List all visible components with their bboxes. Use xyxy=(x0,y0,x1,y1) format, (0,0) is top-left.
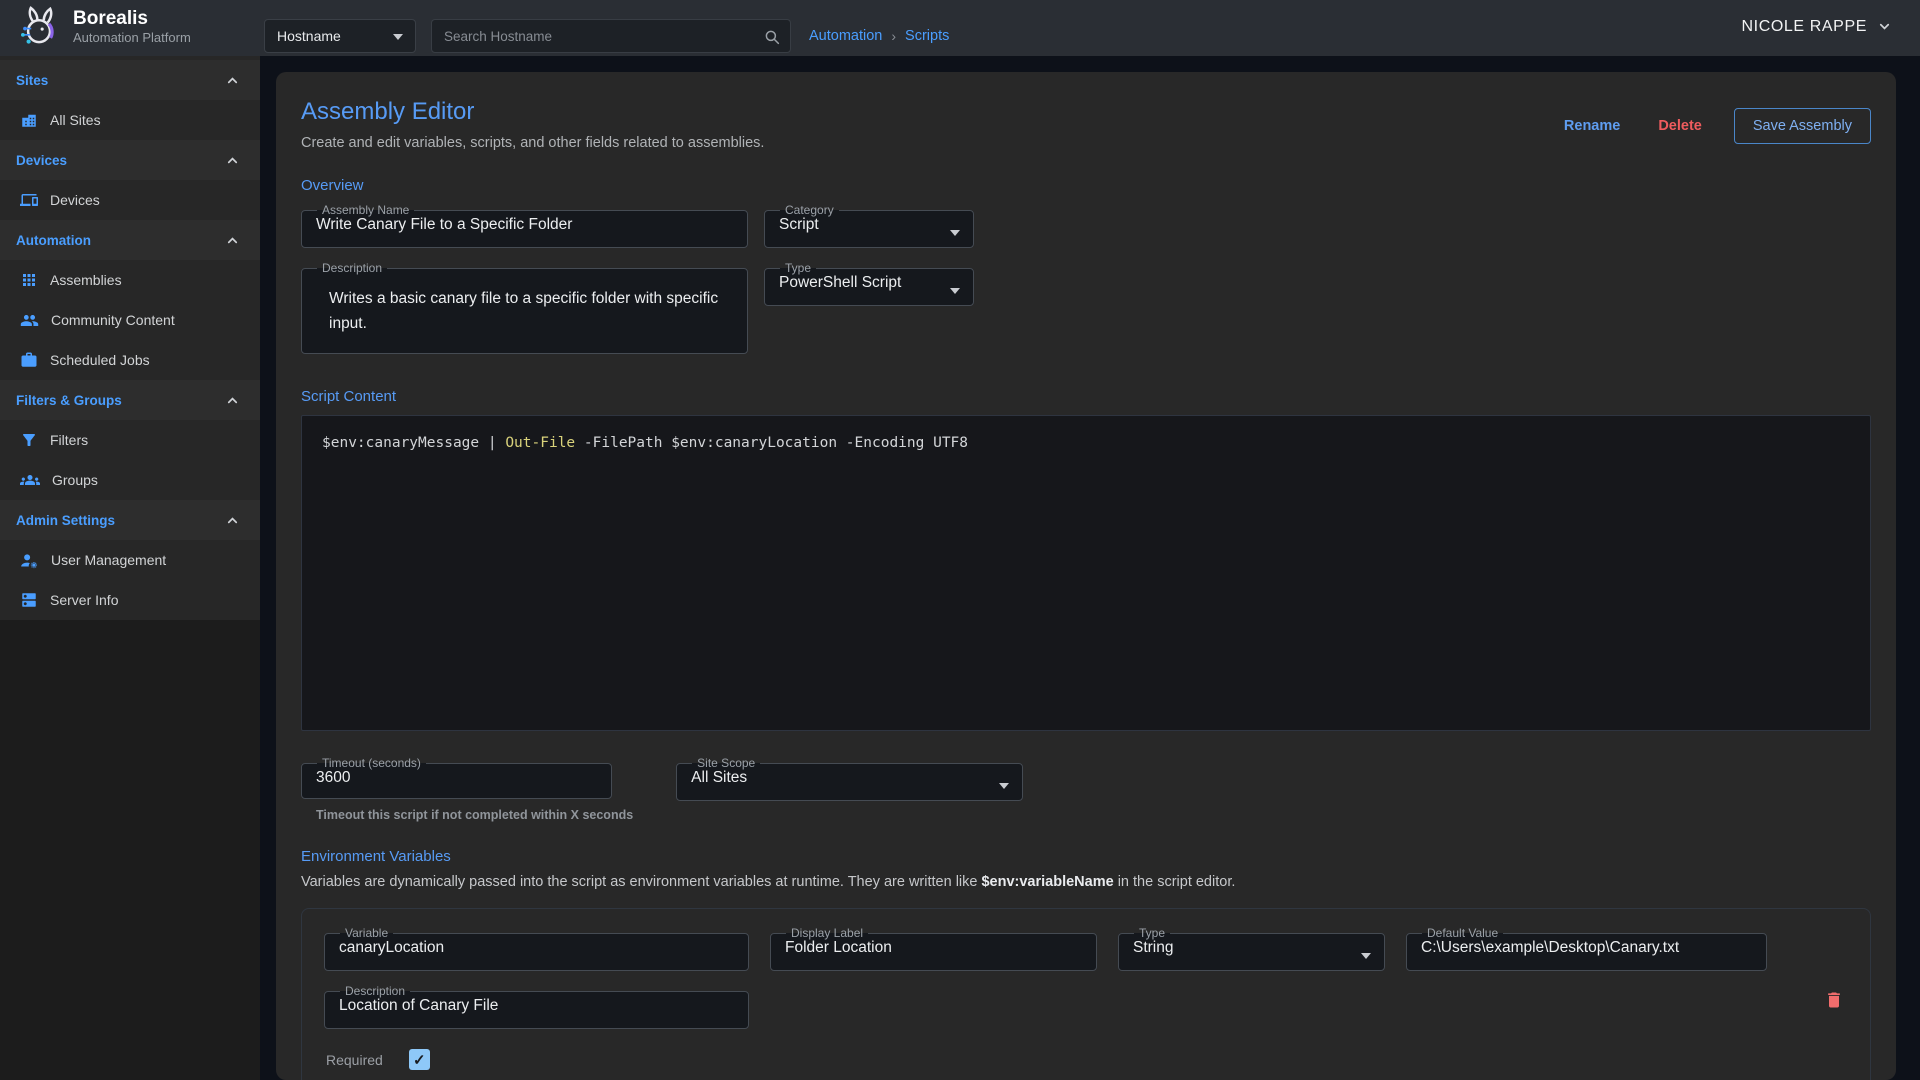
briefcase-icon xyxy=(20,351,38,369)
breadcrumb-scripts[interactable]: Scripts xyxy=(905,28,949,44)
sidebar-section-automation[interactable]: Automation xyxy=(0,220,260,260)
required-label: Required xyxy=(326,1052,383,1068)
rename-button[interactable]: Rename xyxy=(1550,110,1634,142)
site-scope-value: All Sites xyxy=(689,769,1010,787)
chevron-down-icon xyxy=(393,34,403,40)
category-value: Script xyxy=(777,216,961,234)
sidebar-item-server-info[interactable]: Server Info xyxy=(0,580,260,620)
default-value-field[interactable]: Default Value C:\Users\example\Desktop\C… xyxy=(1406,927,1767,971)
type-value: PowerShell Script xyxy=(777,274,961,292)
sidebar-item-community-content[interactable]: Community Content xyxy=(0,300,260,340)
variable-description-field[interactable]: Description Location of Canary File xyxy=(324,985,749,1029)
breadcrumb: Automation › Scripts xyxy=(809,19,949,53)
sidebar-item-devices[interactable]: Devices xyxy=(0,180,260,220)
topbar: Borealis Automation Platform Hostname Se… xyxy=(0,0,1920,56)
delete-variable-button[interactable] xyxy=(1822,987,1846,1016)
variable-type-select[interactable]: Type String xyxy=(1118,927,1385,971)
assembly-name-field[interactable]: Assembly Name Write Canary File to a Spe… xyxy=(301,204,748,248)
sidebar-item-filters[interactable]: Filters xyxy=(0,420,260,460)
search-input[interactable]: Search Hostname xyxy=(431,19,791,53)
chevron-up-icon xyxy=(225,153,240,168)
script-code-line[interactable]: $env:canaryMessage | Out-File -FilePath … xyxy=(322,435,1854,451)
sidebar-section-admin-settings[interactable]: Admin Settings xyxy=(0,500,260,540)
sidebar-empty-area xyxy=(0,620,260,1080)
overview-heading: Overview xyxy=(301,177,1871,194)
category-select[interactable]: Category Script xyxy=(764,204,974,248)
page-subtitle: Create and edit variables, scripts, and … xyxy=(301,135,764,151)
chevron-up-icon xyxy=(225,73,240,88)
hostname-filter-select[interactable]: Hostname xyxy=(264,19,416,53)
sidebar-item-groups[interactable]: Groups xyxy=(0,460,260,500)
description-field[interactable]: Description Writes a basic canary file t… xyxy=(301,262,748,354)
assembly-name-value[interactable]: Write Canary File to a Specific Folder xyxy=(314,216,735,234)
timeout-field[interactable]: Timeout (seconds) 3600 xyxy=(301,757,612,799)
brand-subtitle: Automation Platform xyxy=(73,30,191,45)
sidebar-section-devices[interactable]: Devices xyxy=(0,140,260,180)
chevron-down-icon xyxy=(950,230,960,236)
chevron-down-icon xyxy=(1877,19,1892,34)
description-value[interactable]: Writes a basic canary file to a specific… xyxy=(314,274,735,337)
filter-icon xyxy=(20,431,38,449)
user-gear-icon xyxy=(20,551,39,570)
site-scope-select[interactable]: Site Scope All Sites xyxy=(676,757,1023,801)
chevron-down-icon xyxy=(999,783,1009,789)
user-name: NICOLE RAPPE xyxy=(1742,18,1867,36)
brand: Borealis Automation Platform xyxy=(0,0,260,55)
environment-variables-heading: Environment Variables xyxy=(301,848,1871,865)
sidebar-section-sites[interactable]: Sites xyxy=(0,60,260,100)
building-icon xyxy=(20,111,38,129)
save-assembly-button[interactable]: Save Assembly xyxy=(1734,108,1871,144)
required-checkbox[interactable]: ✓ xyxy=(409,1049,430,1070)
assembly-editor-card: Assembly Editor Create and edit variable… xyxy=(276,72,1896,1080)
trash-icon xyxy=(1824,989,1844,1011)
borealis-rabbit-logo xyxy=(13,2,63,52)
sidebar-item-assemblies[interactable]: Assemblies xyxy=(0,260,260,300)
delete-button[interactable]: Delete xyxy=(1644,110,1716,142)
script-content-heading: Script Content xyxy=(301,388,1871,405)
variable-type-value: String xyxy=(1131,939,1372,957)
environment-variables-description: Variables are dynamically passed into th… xyxy=(301,874,1871,890)
sidebar-item-user-management[interactable]: User Management xyxy=(0,540,260,580)
default-value-value[interactable]: C:\Users\example\Desktop\Canary.txt xyxy=(1419,939,1754,957)
sidebar-item-all-sites[interactable]: All Sites xyxy=(0,100,260,140)
search-icon xyxy=(763,28,781,46)
timeout-value[interactable]: 3600 xyxy=(314,769,599,787)
variable-name-field[interactable]: Variable canaryLocation xyxy=(324,927,749,971)
people-icon xyxy=(20,311,39,330)
search-placeholder: Search Hostname xyxy=(444,29,552,44)
breadcrumb-separator: › xyxy=(882,28,905,44)
chevron-down-icon xyxy=(950,288,960,294)
sidebar-item-scheduled-jobs[interactable]: Scheduled Jobs xyxy=(0,340,260,380)
page-title: Assembly Editor xyxy=(301,98,764,126)
brand-name: Borealis xyxy=(73,8,191,30)
devices-icon xyxy=(20,191,38,209)
chevron-up-icon xyxy=(225,233,240,248)
server-icon xyxy=(20,591,38,609)
sidebar-section-filters-groups[interactable]: Filters & Groups xyxy=(0,380,260,420)
breadcrumb-automation[interactable]: Automation xyxy=(809,28,882,44)
sidebar: Sites All Sites Devices Devices Automati… xyxy=(0,56,260,1080)
environment-variable-row: Variable canaryLocation Display Label Fo… xyxy=(301,908,1871,1080)
timeout-helper-text: Timeout this script if not completed wit… xyxy=(316,808,633,822)
chevron-down-icon xyxy=(1361,953,1371,959)
display-label-field[interactable]: Display Label Folder Location xyxy=(770,927,1097,971)
hostname-filter-label: Hostname xyxy=(277,28,341,44)
grid-icon xyxy=(20,271,38,289)
groups-icon xyxy=(20,470,40,490)
user-menu[interactable]: NICOLE RAPPE xyxy=(1742,18,1892,36)
display-label-value[interactable]: Folder Location xyxy=(783,939,1084,957)
variable-name-value[interactable]: canaryLocation xyxy=(337,939,736,957)
header-actions: Rename Delete Save Assembly xyxy=(1550,108,1871,144)
main-area: Assembly Editor Create and edit variable… xyxy=(260,56,1920,1080)
variable-description-value[interactable]: Location of Canary File xyxy=(337,997,736,1015)
script-editor[interactable]: $env:canaryMessage | Out-File -FilePath … xyxy=(301,415,1871,731)
type-select[interactable]: Type PowerShell Script xyxy=(764,262,974,306)
chevron-up-icon xyxy=(225,393,240,408)
chevron-up-icon xyxy=(225,513,240,528)
